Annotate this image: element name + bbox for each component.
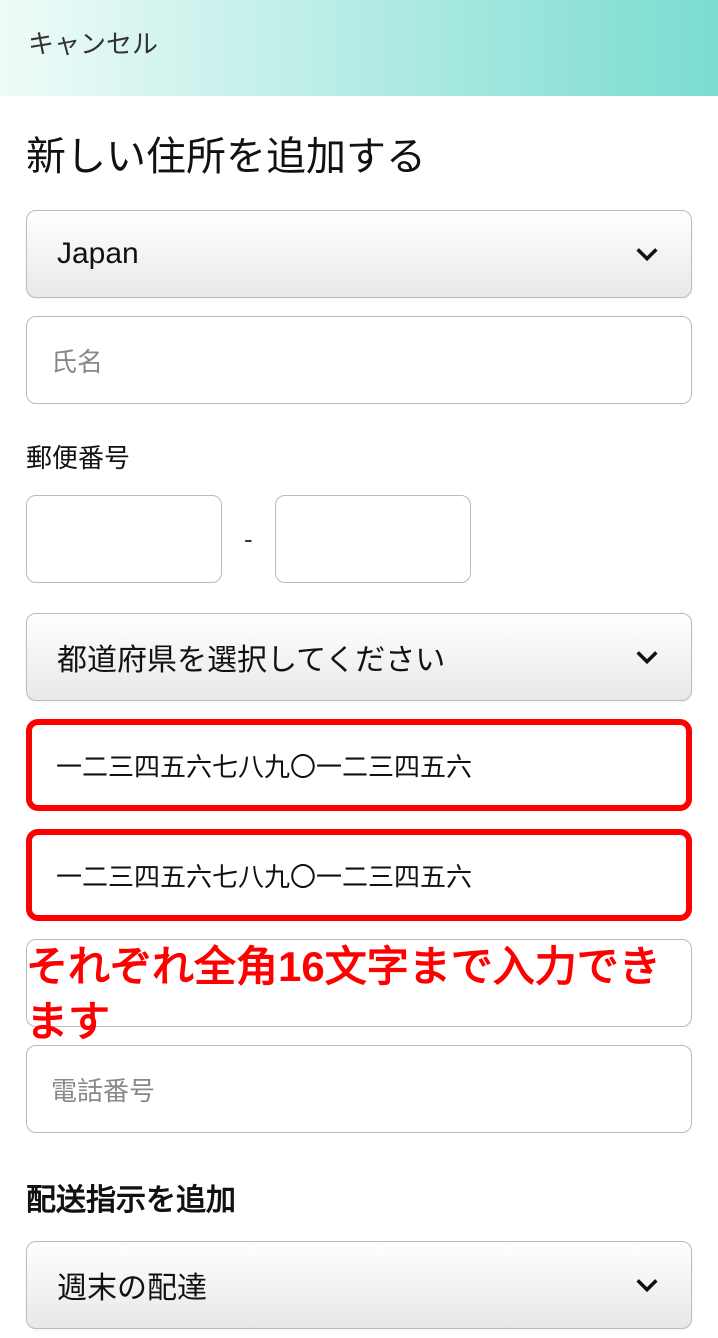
content-area: 新しい住所を追加する Japan 氏名 郵便番号 - 都道府県を選択してください… xyxy=(0,96,718,1329)
postal-dash: - xyxy=(244,524,253,555)
cancel-button[interactable]: キャンセル xyxy=(28,24,158,61)
phone-input[interactable]: 電話番号 xyxy=(26,1045,692,1133)
postal-code-input-2[interactable] xyxy=(275,495,471,583)
prefecture-dropdown[interactable]: 都道府県を選択してください xyxy=(26,613,692,701)
country-selected-value: Japan xyxy=(57,237,139,271)
address-line-2-input[interactable]: 一二三四五六七八九〇一二三四五六 xyxy=(26,829,692,921)
weekend-delivery-label: 週末の配達 xyxy=(57,1263,207,1307)
address-line-1-input[interactable]: 一二三四五六七八九〇一二三四五六 xyxy=(26,719,692,811)
chevron-down-icon xyxy=(633,643,661,671)
prefecture-placeholder: 都道府県を選択してください xyxy=(57,635,445,679)
postal-code-label: 郵便番号 xyxy=(26,438,692,475)
country-dropdown[interactable]: Japan xyxy=(26,210,692,298)
weekend-delivery-dropdown[interactable]: 週末の配達 xyxy=(26,1241,692,1329)
chevron-down-icon xyxy=(633,1271,661,1299)
annotation-overlay-text: それぞれ全角16文字まで入力できます xyxy=(26,940,692,1049)
top-bar: キャンセル xyxy=(0,0,718,96)
delivery-instructions-title: 配送指示を追加 xyxy=(26,1175,692,1219)
page-title: 新しい住所を追加する xyxy=(26,124,692,182)
postal-code-input-1[interactable] xyxy=(26,495,222,583)
chevron-down-icon xyxy=(633,240,661,268)
postal-code-row: - xyxy=(26,495,692,583)
name-input[interactable]: 氏名 xyxy=(26,316,692,404)
